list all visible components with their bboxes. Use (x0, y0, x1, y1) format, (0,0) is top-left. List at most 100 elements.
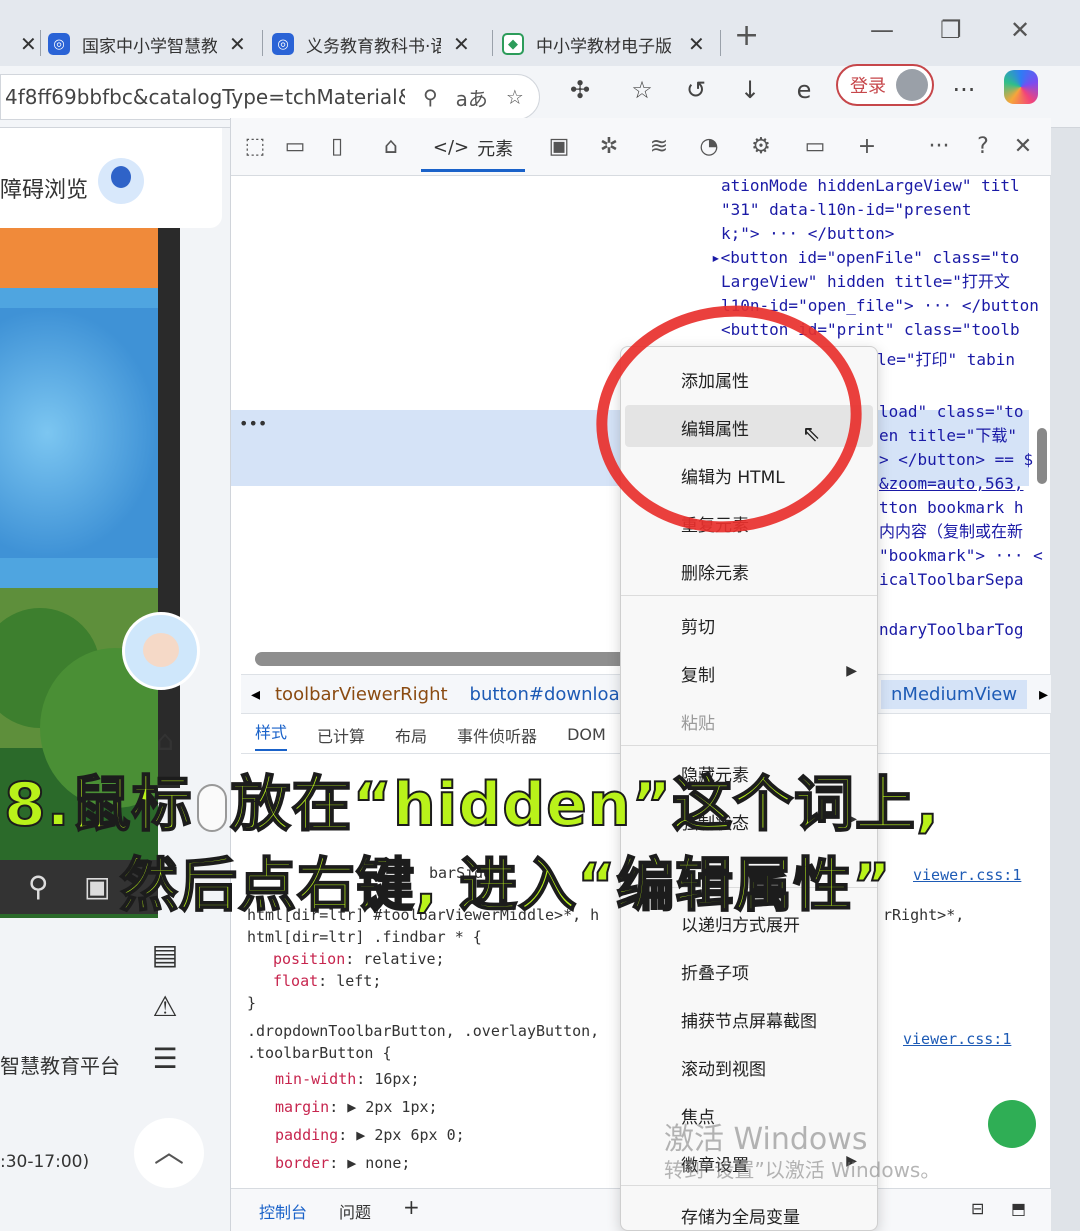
history-icon[interactable]: ↺ (678, 76, 714, 104)
menu-item-delete-element[interactable]: 删除元素 (681, 559, 749, 584)
menu-item-scroll-into-view[interactable]: 滚动到视图 (681, 1055, 766, 1080)
menu-item-collapse-children[interactable]: 折叠子项 (681, 959, 749, 984)
dom-line: load" class="to (879, 402, 1024, 421)
favorite-star-icon[interactable]: ☆ (506, 85, 524, 109)
restore-icon[interactable]: ❐ (940, 16, 962, 44)
tab-title: 中小学教材电子版 (536, 36, 672, 57)
add-drawer-tab-button[interactable]: + (403, 1195, 420, 1219)
devtools-tab-bar: ⬚ ▭ ▯ ⌂ </> 元素 ▣ ✲ ≋ ◔ ⚙ ▭ + ··· ? ✕ (231, 118, 1051, 176)
sources-bug-icon[interactable]: ✲ (591, 134, 627, 159)
css-rule-selector[interactable]: .dropdownToolbarButton, .overlayButton, (247, 1020, 599, 1042)
favorites-icon[interactable]: ☆ (624, 76, 660, 104)
breadcrumb-item[interactable]: toolbarViewerRight (275, 684, 448, 705)
key-icon[interactable]: ⚲ (423, 85, 438, 109)
download-icon[interactable]: ↓ (732, 76, 768, 104)
search-icon[interactable]: ⚲ (28, 870, 49, 903)
css-declaration[interactable]: position: relative; (273, 948, 445, 970)
tab-textbook[interactable]: ◎ 义务教育教科书·语 ✕ (272, 26, 470, 62)
expand-drawer-icon[interactable]: ⬒ (1011, 1199, 1026, 1218)
accessibility-label[interactable]: 障碍浏览 (0, 172, 88, 204)
tab-dom[interactable]: DOM (567, 725, 606, 744)
dock-icon[interactable]: ▯ (319, 134, 355, 159)
tab-console[interactable]: 控制台 (259, 1199, 307, 1223)
add-tool-icon[interactable]: + (849, 134, 885, 159)
breadcrumb-item[interactable]: button#download.t (470, 684, 644, 705)
memory-icon[interactable]: ⚙ (743, 134, 779, 159)
tab-close-icon[interactable]: ✕ (453, 32, 470, 56)
platform-label: 智慧教育平台 (0, 1054, 120, 1078)
dom-line: icalToolbarSepa (879, 570, 1024, 589)
home-icon[interactable]: ⌂ (142, 724, 188, 757)
vertical-scrollbar[interactable] (1035, 178, 1049, 738)
copilot-icon[interactable] (1004, 70, 1038, 104)
tab-close-icon[interactable]: ✕ (688, 32, 705, 56)
tab-smart-education[interactable]: ◎ 国家中小学智慧教 ✕ (48, 26, 246, 62)
tab-close-icon[interactable]: ✕ (229, 32, 246, 56)
stylesheet-link[interactable]: viewer.css:1 (903, 1028, 1011, 1050)
breadcrumb-right-arrow-icon[interactable]: ▸ (1039, 684, 1048, 705)
tab-layout[interactable]: 布局 (395, 723, 427, 747)
dom-line: 内内容（复制或在新 (879, 522, 1024, 541)
read-aloud-icon[interactable]: aあ (456, 83, 488, 112)
document-icon[interactable]: ▤ (142, 938, 188, 971)
present-icon[interactable]: ▣ (84, 870, 110, 903)
tab-issues[interactable]: 问题 (339, 1199, 371, 1223)
performance-icon[interactable]: ◔ (691, 134, 727, 159)
css-rule-selector[interactable]: .toolbarButton { (247, 1042, 392, 1064)
css-declaration[interactable]: min-width: 16px; (275, 1068, 420, 1090)
css-rule-selector[interactable]: html[dir=ltr] .findbar * { (247, 926, 482, 948)
dom-tree-code-right[interactable]: load" class="to en title="下载" > </button… (879, 400, 1043, 642)
tab-elements[interactable]: </> 元素 (421, 126, 525, 172)
login-button[interactable]: 登录 (836, 64, 934, 106)
console-icon[interactable]: ▣ (541, 134, 577, 159)
dom-line: "31" data-l10n-id="present (721, 200, 972, 219)
tab-event-listeners[interactable]: 事件侦听器 (457, 723, 537, 747)
address-bar[interactable]: 4f8ff69bbfbc&catalogType=tchMaterial&...… (0, 74, 540, 120)
devtools-close-icon[interactable]: ✕ (1005, 134, 1041, 159)
extensions-icon[interactable]: ✣ (562, 76, 598, 104)
minimize-icon[interactable]: — (870, 16, 894, 44)
devtools-more-icon[interactable]: ··· (921, 134, 957, 159)
node-ellipsis[interactable]: ••• (239, 414, 267, 433)
tab-ebook[interactable]: ◆ 中小学教材电子版 ✕ (502, 26, 705, 62)
menu-item-copy[interactable]: 复制 (681, 661, 715, 686)
back-to-top-button[interactable]: ︿ (134, 1118, 204, 1188)
application-icon[interactable]: ▭ (797, 134, 833, 159)
menu-item-paste[interactable]: 粘贴 (681, 709, 715, 734)
breadcrumb-item[interactable]: nMediumView (881, 679, 1028, 709)
mascot-avatar[interactable] (122, 612, 200, 690)
breadcrumb-left-arrow-icon[interactable]: ◂ (251, 684, 260, 705)
css-declaration[interactable]: margin: ▶ 2px 1px; (275, 1096, 438, 1118)
new-tab-button[interactable]: + (734, 18, 759, 53)
tab-title: 国家中小学智慧教 (82, 36, 217, 57)
network-wifi-icon[interactable]: ≋ (641, 134, 677, 159)
stylesheet-link[interactable]: viewer.css:1 (913, 864, 1021, 886)
ie-mode-icon[interactable]: e (786, 76, 822, 104)
inspect-icon[interactable]: ⬚ (237, 134, 273, 159)
css-declaration[interactable]: float: left; (273, 970, 381, 992)
horizontal-scrollbar[interactable] (255, 652, 635, 666)
address-url[interactable]: 4f8ff69bbfbc&catalogType=tchMaterial&... (5, 85, 405, 109)
feedback-icon[interactable]: ⚠ (142, 990, 188, 1023)
device-emulation-icon[interactable]: ▭ (277, 134, 313, 159)
dom-line: LargeView" hidden title="打开文 (721, 272, 1010, 291)
tab-computed[interactable]: 已计算 (317, 723, 365, 747)
green-app-badge-icon[interactable] (988, 1100, 1036, 1148)
scroll-thumb[interactable] (1037, 428, 1047, 484)
help-icon[interactable]: ? (965, 134, 1001, 159)
dock-side-icon[interactable]: ⊟ (971, 1199, 984, 1218)
menu-item-store-global-variable[interactable]: 存储为全局变量 (681, 1203, 800, 1228)
more-menu-icon[interactable]: ··· (946, 76, 982, 104)
menu-item-capture-node-screenshot[interactable]: 捕获节点屏幕截图 (681, 1007, 817, 1032)
tab-styles[interactable]: 样式 (255, 719, 288, 751)
menu-item-cut[interactable]: 剪切 (681, 613, 715, 638)
user-avatar[interactable] (98, 158, 144, 204)
tab-close-partial[interactable]: ✕ (8, 26, 37, 62)
css-declaration[interactable]: padding: ▶ 2px 6px 0; (275, 1124, 465, 1146)
welcome-home-icon[interactable]: ⌂ (373, 134, 409, 159)
window-close-icon[interactable]: ✕ (1010, 16, 1030, 44)
list-icon[interactable]: ☰ (142, 1042, 188, 1075)
css-declaration[interactable]: border: ▶ none; (275, 1152, 410, 1174)
dom-line: k;"> ··· </button> (721, 224, 895, 243)
dom-line: le="打印" tabin (877, 350, 1015, 369)
